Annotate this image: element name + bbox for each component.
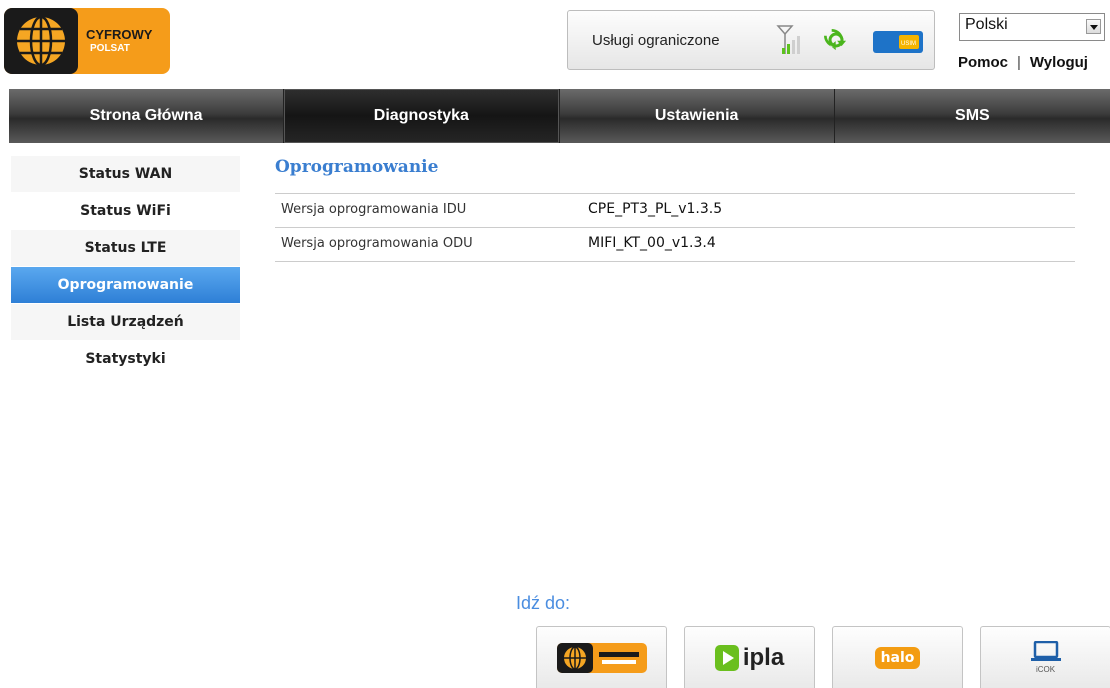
sidebar-item-status-wifi[interactable]: Status WiFi [11,193,240,230]
ipla-link[interactable]: ipla [684,626,815,688]
usim-label: USIM [901,41,916,47]
logo-text-2: POLSAT [90,43,130,54]
main-nav: Strona Główna Diagnostyka Ustawienia SMS [9,89,1110,143]
sidebar-item-statistics[interactable]: Statystyki [11,341,240,378]
row-label: Wersja oprogramowania ODU [281,236,473,251]
row-value: MIFI_KT_00_v1.3.4 [588,235,716,251]
sidebar-item-software[interactable]: Oprogramowanie [11,267,240,304]
tab-diagnostics[interactable]: Diagnostyka [284,89,560,143]
user-links: Pomoc | Wyloguj [958,54,1088,71]
ipla-label: ipla [742,643,785,671]
sync-icon [823,27,849,58]
laptop-icon [1030,641,1061,661]
cyfrowy-polsat-small-logo [556,642,647,673]
logout-link[interactable]: Wyloguj [1030,54,1088,71]
sidebar-item-device-list[interactable]: Lista Urządzeń [11,304,240,341]
icok-label: iCOK [1035,665,1056,674]
row-value: CPE_PT3_PL_v1.3.5 [588,201,723,217]
logo-text-1: CYFROWY [86,27,153,42]
language-selected: Polski [965,16,1008,33]
separator: | [1017,54,1021,71]
tab-home[interactable]: Strona Główna [9,89,285,143]
row-label: Wersja oprogramowania IDU [281,202,467,217]
language-select[interactable]: Polski [959,13,1105,41]
service-status-text: Usługi ograniczone [592,32,720,49]
connection-status-panel: Usługi ograniczone USIM [567,10,935,70]
cyfrowy-polsat-logo: CYFROWY POLSAT [4,8,170,74]
signal-strength-icon [774,24,808,63]
page-title: Oprogramowanie [275,157,439,177]
sidebar: Status WAN Status WiFi Status LTE Oprogr… [11,156,240,378]
software-info-table: Wersja oprogramowania IDU CPE_PT3_PL_v1.… [275,193,1075,262]
sidebar-item-status-wan[interactable]: Status WAN [11,156,240,193]
icok-link[interactable]: iCOK [980,626,1110,688]
tab-settings[interactable]: Ustawienia [560,89,835,143]
halo-link[interactable]: halo [832,626,963,688]
goto-label: Idź do: [516,593,571,613]
dropdown-arrow-icon[interactable] [1086,19,1101,34]
table-row: Wersja oprogramowania ODU MIFI_KT_00_v1.… [275,228,1075,262]
halo-logo: halo [874,646,921,669]
tab-sms[interactable]: SMS [835,89,1110,143]
table-row: Wersja oprogramowania IDU CPE_PT3_PL_v1.… [275,194,1075,228]
cyfrowy-polsat-link[interactable] [536,626,667,688]
usim-card-icon: USIM [873,31,923,58]
sidebar-item-status-lte[interactable]: Status LTE [11,230,240,267]
play-icon [714,644,739,671]
help-link[interactable]: Pomoc [958,54,1008,71]
